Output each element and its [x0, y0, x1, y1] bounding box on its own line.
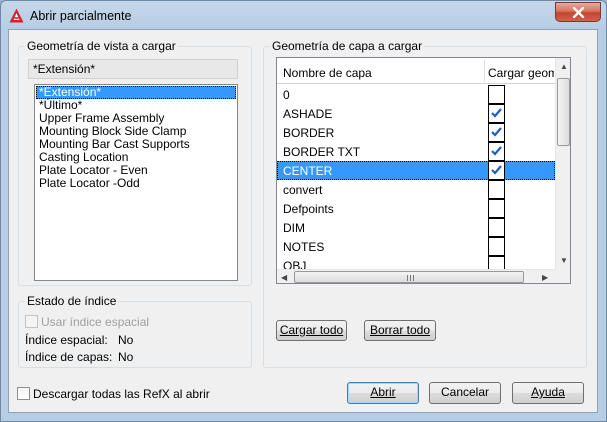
scroll-grip-icon — [407, 275, 415, 281]
cancel-label: Cancelar — [440, 385, 490, 399]
layer-row[interactable]: BORDER — [277, 123, 555, 142]
layer-name: convert — [283, 183, 323, 197]
scroll-right-arrow-icon[interactable]: ▶ — [542, 273, 548, 282]
load-geometry-checkbox[interactable] — [488, 85, 505, 104]
layer-grid-header: Nombre de capa Cargar geometría — [277, 58, 555, 84]
layer-name: BORDER TXT — [283, 145, 361, 159]
layer-row[interactable]: Defpoints — [277, 199, 555, 218]
vertical-scrollbar[interactable]: ▲ ▼ — [555, 58, 570, 269]
layer-row[interactable]: NOTES — [277, 237, 555, 256]
view-listbox[interactable]: *Extensión* *Último* Upper Frame Assembly M… — [34, 84, 238, 281]
layer-row[interactable]: CENTER — [277, 161, 555, 180]
title-bar[interactable]: Abrir parcialmente — [1, 1, 606, 30]
scroll-corner — [555, 269, 570, 283]
checkmark-icon — [491, 127, 502, 137]
help-button[interactable]: Ayuda — [512, 382, 584, 404]
spatial-index-value: No — [118, 333, 134, 347]
layer-name: CENTER — [283, 164, 333, 178]
close-x-icon — [572, 7, 585, 18]
load-geometry-column-header[interactable]: Cargar geometría — [488, 66, 554, 80]
layer-row[interactable]: OBJ — [277, 256, 555, 269]
load-geometry-checkbox[interactable] — [488, 237, 505, 256]
column-separator[interactable] — [484, 60, 485, 82]
load-geometry-checkbox[interactable] — [488, 142, 505, 161]
view-list-item[interactable]: Plate Locator -Odd — [36, 177, 236, 190]
scroll-down-arrow-icon[interactable]: ▼ — [560, 256, 568, 265]
load-geometry-checkbox[interactable] — [488, 161, 505, 180]
layer-geometry-group-label: Geometría de capa a cargar — [270, 39, 425, 53]
checkmark-icon — [491, 146, 502, 156]
load-geometry-checkbox[interactable] — [488, 180, 505, 199]
unload-xrefs-label: Descargar todas las RefX al abrir — [33, 387, 210, 401]
layer-index-label: Índice de capas: — [25, 350, 113, 364]
layer-index-value: No — [118, 350, 134, 364]
selected-view-field: *Extensión* — [28, 59, 238, 79]
layer-name: DIM — [283, 221, 305, 235]
close-button[interactable] — [555, 2, 601, 22]
load-all-label: Cargar todo — [279, 323, 344, 337]
view-geometry-group-label: Geometría de vista a cargar — [25, 39, 178, 53]
checkmark-icon — [491, 165, 502, 175]
layer-grid[interactable]: Nombre de capa Cargar geometría 0 ASHADE B… — [276, 57, 571, 284]
autocad-app-icon — [9, 8, 24, 23]
vertical-scroll-thumb[interactable] — [557, 78, 570, 146]
spatial-index-checkbox[interactable] — [25, 315, 38, 328]
layer-row[interactable]: BORDER TXT — [277, 142, 555, 161]
layer-grid-rows: 0 ASHADE BORDER BORDER TXT CENTER convert Defp… — [277, 85, 555, 269]
layer-name: NOTES — [283, 240, 325, 254]
layer-name: 0 — [283, 88, 290, 102]
load-geometry-checkbox[interactable] — [488, 199, 505, 218]
scroll-left-arrow-icon[interactable]: ◀ — [281, 273, 287, 282]
load-geometry-checkbox[interactable] — [488, 123, 505, 142]
window-title: Abrir parcialmente — [30, 9, 132, 23]
layer-name: OBJ — [283, 259, 307, 269]
spatial-index-checkbox-label: Usar índice espacial — [41, 315, 150, 329]
index-state-group-label: Estado de índice — [25, 294, 119, 308]
layer-name: Defpoints — [283, 202, 334, 216]
open-label: Abrir — [370, 385, 396, 399]
horizontal-scroll-thumb[interactable] — [294, 271, 524, 283]
layer-name: ASHADE — [283, 107, 333, 121]
layer-name: BORDER — [283, 126, 335, 140]
checkmark-icon — [491, 108, 502, 118]
cancel-button[interactable]: Cancelar — [429, 382, 501, 404]
clear-all-button[interactable]: Borrar todo — [364, 320, 436, 341]
spatial-index-label: Índice espacial: — [25, 333, 108, 347]
layer-row[interactable]: ASHADE — [277, 104, 555, 123]
load-geometry-checkbox[interactable] — [488, 256, 505, 269]
load-geometry-checkbox[interactable] — [488, 218, 505, 237]
horizontal-scrollbar[interactable]: ◀ ▶ — [277, 269, 555, 283]
open-button[interactable]: Abrir — [347, 382, 419, 404]
scroll-up-arrow-icon[interactable]: ▲ — [560, 62, 568, 71]
layer-name-column-header[interactable]: Nombre de capa — [283, 66, 372, 80]
help-label: Ayuda — [531, 385, 565, 399]
layer-row[interactable]: convert — [277, 180, 555, 199]
load-geometry-checkbox[interactable] — [488, 104, 505, 123]
layer-row[interactable]: 0 — [277, 85, 555, 104]
layer-row[interactable]: DIM — [277, 218, 555, 237]
load-all-button[interactable]: Cargar todo — [276, 320, 347, 341]
clear-all-label: Borrar todo — [369, 323, 431, 337]
unload-xrefs-checkbox[interactable] — [17, 387, 30, 400]
